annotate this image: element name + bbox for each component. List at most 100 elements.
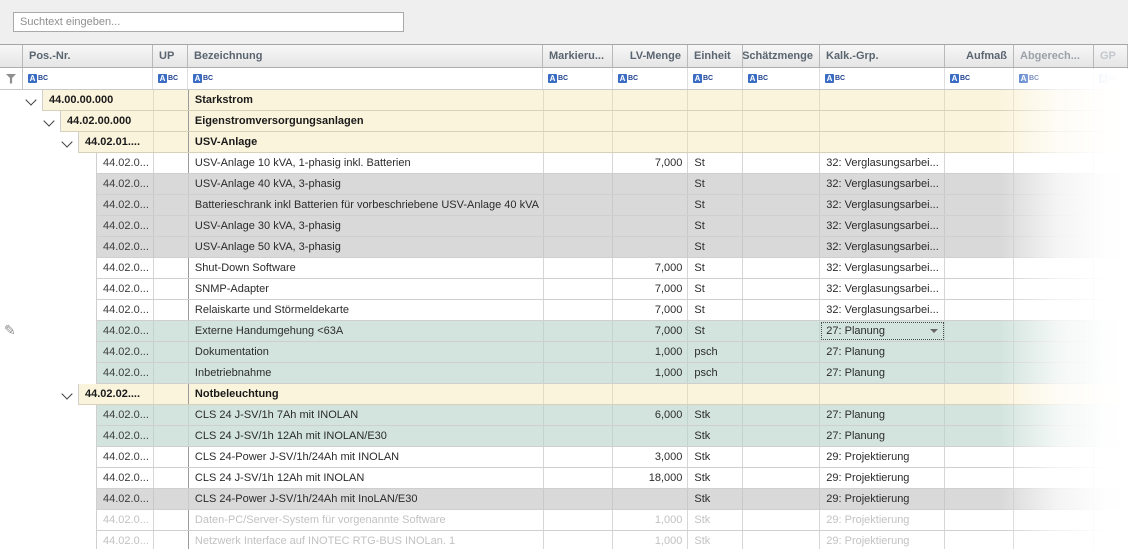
cell-kalk-grp[interactable]: 32: Verglasungsarbei...	[820, 258, 946, 278]
cell-aufmass[interactable]	[945, 363, 1015, 383]
cell-schaetzmenge[interactable]	[743, 321, 821, 341]
item-row[interactable]: 44.02.0... Daten-PC/Server-System für vor…	[0, 510, 1128, 531]
cell-markierung[interactable]	[544, 90, 614, 110]
cell-markierung[interactable]	[544, 300, 614, 320]
group-row[interactable]: 44.02.01.... USV-Anlage	[0, 132, 1128, 153]
cell-pos[interactable]: 44.02.02....	[79, 384, 154, 404]
cell-abgerechnet[interactable]	[1014, 489, 1094, 509]
cell-aufmass[interactable]	[945, 111, 1015, 131]
item-row[interactable]: 44.02.0... CLS 24 J-SV/1h 7Ah mit INOLAN 6…	[0, 405, 1128, 426]
cell-bezeichnung[interactable]: USV-Anlage 10 kVA, 1-phasig inkl. Batter…	[189, 153, 544, 173]
cell-gp[interactable]	[1094, 510, 1128, 530]
cell-gp[interactable]	[1094, 426, 1128, 446]
cell-schaetzmenge[interactable]	[743, 153, 821, 173]
cell-lv-menge[interactable]	[613, 237, 689, 257]
cell-kalk-grp[interactable]: 27: Planung	[820, 405, 946, 425]
cell-markierung[interactable]	[544, 174, 614, 194]
group-row[interactable]: 44.02.00.000 Eigenstromversorgungsanlagen	[0, 111, 1128, 132]
chevron-down-icon[interactable]	[61, 136, 73, 148]
column-header-unit[interactable]: Einheit	[688, 45, 743, 67]
cell-einheit[interactable]: St	[688, 258, 744, 278]
cell-markierung[interactable]	[544, 510, 614, 530]
cell-kalk-grp[interactable]: 32: Verglasungsarbei...	[820, 195, 946, 215]
cell-kalk-grp[interactable]: 29: Projektierung	[820, 531, 946, 549]
column-header-mark[interactable]: Markieru...	[543, 45, 613, 67]
cell-gp[interactable]	[1094, 363, 1128, 383]
cell-abgerechnet[interactable]	[1014, 510, 1094, 530]
cell-up[interactable]	[154, 489, 189, 509]
cell-markierung[interactable]	[544, 531, 614, 549]
cell-kalk-grp[interactable]: 27: Planung	[820, 342, 946, 362]
item-row[interactable]: 44.02.0... Externe Handumgehung <63A 7,000…	[0, 321, 1128, 342]
cell-pos[interactable]: 44.02.0...	[97, 342, 154, 362]
cell-markierung[interactable]	[544, 342, 614, 362]
column-header-aufmass[interactable]: Aufmaß	[945, 45, 1014, 67]
cell-einheit[interactable]: St	[688, 174, 744, 194]
cell-abgerechnet[interactable]	[1014, 279, 1094, 299]
cell-aufmass[interactable]	[945, 279, 1015, 299]
cell-up[interactable]	[154, 111, 189, 131]
cell-schaetzmenge[interactable]	[743, 237, 821, 257]
filter-cell-unit[interactable]: A BC	[688, 68, 743, 89]
cell-up[interactable]	[154, 426, 189, 446]
cell-up[interactable]	[154, 279, 189, 299]
cell-abgerechnet[interactable]	[1014, 300, 1094, 320]
cell-lv-menge[interactable]	[613, 132, 689, 152]
cell-up[interactable]	[154, 132, 189, 152]
cell-lv-menge[interactable]: 1,000	[613, 363, 689, 383]
cell-markierung[interactable]	[544, 132, 614, 152]
cell-up[interactable]	[154, 531, 189, 549]
cell-kalk-grp[interactable]: 29: Projektierung	[820, 510, 946, 530]
cell-abgerechnet[interactable]	[1014, 258, 1094, 278]
cell-abgerechnet[interactable]	[1014, 426, 1094, 446]
cell-up[interactable]	[154, 90, 189, 110]
filter-cell-aufmass[interactable]: A BC	[945, 68, 1014, 89]
cell-aufmass[interactable]	[945, 90, 1015, 110]
cell-lv-menge[interactable]: 1,000	[613, 531, 689, 549]
cell-markierung[interactable]	[544, 258, 614, 278]
cell-lv-menge[interactable]: 7,000	[613, 279, 689, 299]
cell-schaetzmenge[interactable]	[743, 279, 821, 299]
cell-markierung[interactable]	[544, 447, 614, 467]
column-header-abgerech[interactable]: Abgerech...	[1014, 45, 1094, 67]
cell-schaetzmenge[interactable]	[743, 258, 821, 278]
cell-lv-menge[interactable]: 18,000	[613, 468, 689, 488]
cell-lv-menge[interactable]	[613, 426, 689, 446]
cell-bezeichnung[interactable]: CLS 24-Power J-SV/1h/24Ah mit INOLAN	[189, 447, 544, 467]
cell-pos[interactable]: 44.02.0...	[97, 510, 154, 530]
cell-aufmass[interactable]	[945, 258, 1015, 278]
cell-aufmass[interactable]	[945, 237, 1015, 257]
cell-up[interactable]	[154, 342, 189, 362]
cell-kalk-grp[interactable]: 32: Verglasungsarbei...	[820, 153, 946, 173]
cell-markierung[interactable]	[544, 153, 614, 173]
cell-kalk-grp[interactable]: 27: Planung	[820, 321, 946, 341]
item-row[interactable]: 44.02.0... USV-Anlage 10 kVA, 1-phasig in…	[0, 153, 1128, 174]
cell-einheit[interactable]: Stk	[688, 468, 744, 488]
column-header-gp[interactable]: GP	[1094, 45, 1128, 67]
cell-schaetzmenge[interactable]	[743, 216, 821, 236]
cell-einheit[interactable]: St	[688, 321, 744, 341]
cell-einheit[interactable]: St	[688, 237, 744, 257]
cell-markierung[interactable]	[544, 426, 614, 446]
cell-lv-menge[interactable]	[613, 174, 689, 194]
cell-einheit[interactable]	[688, 90, 744, 110]
cell-pos[interactable]: 44.02.0...	[97, 153, 154, 173]
cell-lv-menge[interactable]	[613, 111, 689, 131]
item-row[interactable]: 44.02.0... Shut-Down Software 7,000 St 32: V…	[0, 258, 1128, 279]
cell-gp[interactable]	[1094, 279, 1128, 299]
cell-gp[interactable]	[1094, 342, 1128, 362]
cell-gp[interactable]	[1094, 216, 1128, 236]
cell-pos[interactable]: 44.02.0...	[97, 279, 154, 299]
cell-kalk-grp[interactable]: 32: Verglasungsarbei...	[820, 237, 946, 257]
cell-markierung[interactable]	[544, 237, 614, 257]
filter-cell-pos[interactable]: A BC	[23, 68, 153, 89]
cell-aufmass[interactable]	[945, 195, 1015, 215]
cell-kalk-grp[interactable]: 32: Verglasungsarbei...	[820, 279, 946, 299]
cell-schaetzmenge[interactable]	[743, 132, 821, 152]
cell-up[interactable]	[154, 300, 189, 320]
cell-bezeichnung[interactable]: SNMP-Adapter	[189, 279, 544, 299]
cell-gp[interactable]	[1094, 468, 1128, 488]
cell-markierung[interactable]	[544, 195, 614, 215]
cell-markierung[interactable]	[544, 384, 614, 404]
cell-schaetzmenge[interactable]	[743, 174, 821, 194]
